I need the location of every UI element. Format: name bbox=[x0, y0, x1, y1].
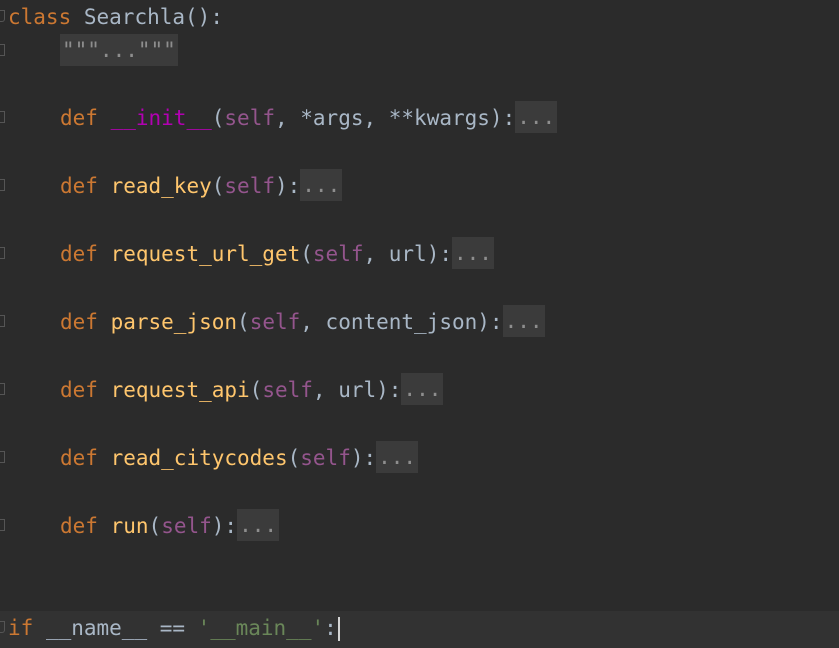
code-line-docstring[interactable]: """...""" bbox=[0, 34, 839, 68]
fold-icon[interactable] bbox=[0, 179, 5, 191]
code-text: def read_key(self):... bbox=[60, 169, 343, 203]
folded-region[interactable]: ... bbox=[452, 237, 494, 269]
folded-region[interactable]: ... bbox=[376, 441, 419, 473]
fold-icon[interactable] bbox=[0, 621, 5, 633]
code-line-read-key[interactable]: def read_key(self):... bbox=[0, 169, 839, 203]
code-line-class[interactable]: class Searchla(): bbox=[0, 0, 839, 34]
folded-region[interactable]: ... bbox=[502, 305, 545, 337]
fold-icon[interactable] bbox=[0, 111, 5, 123]
code-editor[interactable]: class Searchla(): """...""" def __init__… bbox=[0, 0, 839, 648]
fold-icon[interactable] bbox=[0, 247, 5, 259]
code-line-request-url-get[interactable]: def request_url_get(self, url):... bbox=[0, 237, 839, 271]
code-line-request-api[interactable]: def request_api(self, url):... bbox=[0, 373, 839, 407]
code-text: def parse_json(self, content_json):... bbox=[60, 305, 545, 339]
code-text: class Searchla(): bbox=[8, 5, 223, 29]
code-text: def read_citycodes(self):... bbox=[60, 441, 419, 475]
folded-region[interactable]: """...""" bbox=[60, 34, 178, 66]
fold-icon[interactable] bbox=[0, 451, 5, 463]
code-line-main-guard[interactable]: if __name__ == '__main__': bbox=[0, 611, 839, 648]
code-text: def request_url_get(self, url):... bbox=[60, 237, 494, 271]
fold-icon[interactable] bbox=[0, 44, 5, 56]
code-text: """...""" bbox=[60, 34, 178, 68]
fold-icon[interactable] bbox=[0, 519, 5, 531]
fold-icon[interactable] bbox=[0, 315, 5, 327]
folded-region[interactable]: ... bbox=[237, 509, 279, 541]
code-line-init[interactable]: def __init__(self, *args, **kwargs):... bbox=[0, 101, 839, 135]
code-text: if __name__ == '__main__': bbox=[8, 611, 340, 645]
folded-region[interactable]: ... bbox=[300, 169, 343, 201]
text-caret bbox=[337, 617, 340, 641]
code-text: def request_api(self, url):... bbox=[60, 373, 444, 407]
folded-region[interactable]: ... bbox=[515, 101, 558, 133]
fold-icon[interactable] bbox=[0, 10, 5, 22]
folded-region[interactable]: ... bbox=[401, 373, 444, 405]
code-text: def run(self):... bbox=[60, 509, 279, 543]
code-line-run[interactable]: def run(self):... bbox=[0, 509, 839, 543]
code-line-parse-json[interactable]: def parse_json(self, content_json):... bbox=[0, 305, 839, 339]
code-line-read-citycodes[interactable]: def read_citycodes(self):... bbox=[0, 441, 839, 475]
fold-icon[interactable] bbox=[0, 383, 5, 395]
code-text: def __init__(self, *args, **kwargs):... bbox=[60, 101, 558, 135]
